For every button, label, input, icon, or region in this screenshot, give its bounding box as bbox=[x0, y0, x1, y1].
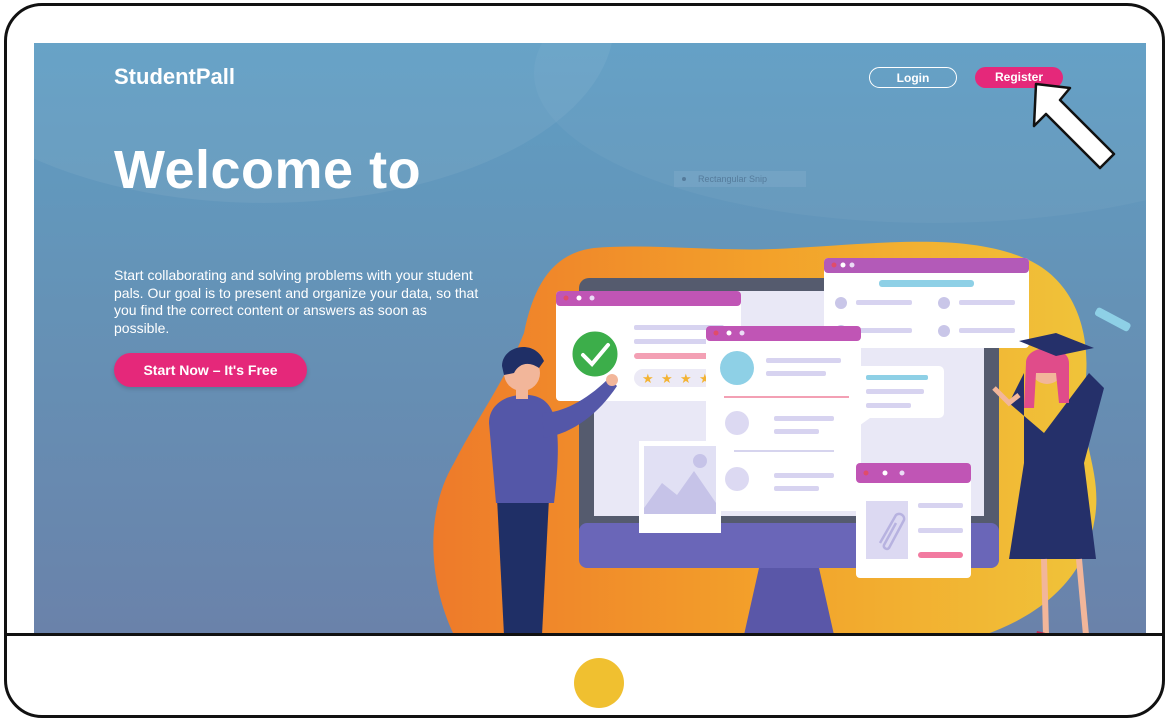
svg-text:★: ★ bbox=[661, 372, 673, 387]
home-button[interactable] bbox=[574, 658, 624, 708]
svg-text:★: ★ bbox=[642, 372, 654, 387]
device-frame: StudentPall Login Register Welcome to Re… bbox=[4, 3, 1165, 718]
pointer-arrow-icon bbox=[1032, 82, 1116, 170]
hero-illustration: ★ ★ ★ ★ bbox=[433, 241, 1131, 635]
svg-text:★: ★ bbox=[680, 372, 692, 387]
monitor-stand bbox=[744, 568, 834, 635]
image-icon bbox=[693, 454, 707, 468]
check-icon bbox=[569, 328, 621, 380]
device-bezel-divider bbox=[7, 633, 1162, 636]
website-screen: StudentPall Login Register Welcome to Re… bbox=[34, 43, 1146, 635]
